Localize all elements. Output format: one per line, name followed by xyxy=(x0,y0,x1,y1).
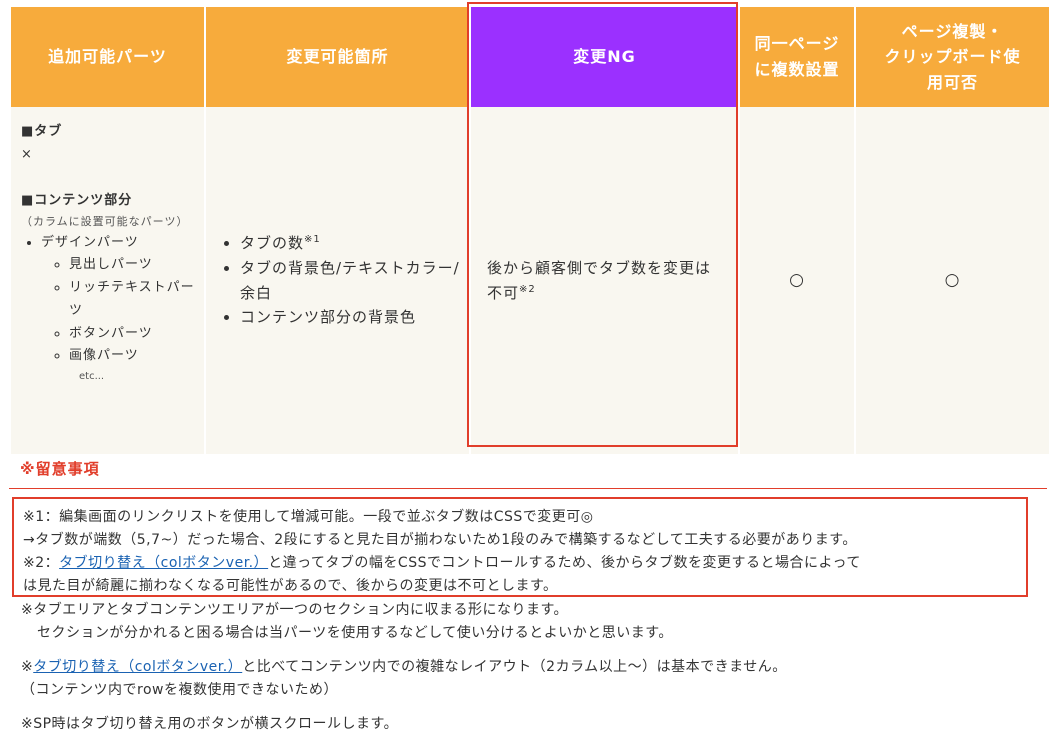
change-ng-text: 後から顧客側でタブ数を変更は不可 xyxy=(487,258,712,302)
extra-note-4: （コンテンツ内でrowを複数使用できないため） xyxy=(21,682,338,698)
list-item: 画像パーツ xyxy=(69,345,196,368)
content-note: （カラムに設置可能なパーツ） xyxy=(21,215,189,229)
extra-note-2: セクションが分かれると困る場合は当パーツを使用するなどして使い分けるとよいかと思… xyxy=(37,625,673,641)
cell-editable-areas: タブの数※1 タブの背景色/テキストカラー/余白 コンテンツ部分の背景色 xyxy=(206,107,469,454)
list-item: コンテンツ部分の背景色 xyxy=(240,305,463,330)
header-editable-areas: 変更可能箇所 xyxy=(206,7,469,107)
notes-divider xyxy=(9,488,1047,489)
tab-switch-col-button-link[interactable]: タブ切り替え（colボタンver.） xyxy=(33,659,242,675)
header-addable-parts: 追加可能パーツ xyxy=(11,7,204,107)
extra-note-3: ※タブ切り替え（colボタンver.）と比べてコンテンツ内での複雑なレイアウト（… xyxy=(21,656,787,679)
notes-highlight-box: ※1：編集画面のリンクリストを使用して増減可能。一段で並ぶタブ数はCSSで変更可… xyxy=(12,497,1028,597)
list-item: タブの数※1 xyxy=(240,231,463,256)
header-copy-clipboard: ページ複製・ クリップボード使 用可否 xyxy=(856,7,1049,107)
header-row: 追加可能パーツ 変更可能箇所 変更NG 同一ページ に複数設置 ページ複製・ ク… xyxy=(11,7,1049,107)
list-item: ボタンパーツ xyxy=(69,323,196,346)
list-item: リッチテキストパーツ xyxy=(69,277,196,323)
body-row: ■タブ × ■コンテンツ部分 （カラムに設置可能なパーツ） デザインパーツ 見出… xyxy=(11,107,1049,454)
tab-heading: ■タブ xyxy=(21,124,63,139)
editable-item-text: タブの背景色/テキストカラー/余白 xyxy=(240,258,460,302)
design-parts-label: デザインパーツ xyxy=(41,234,139,250)
sub-parts-list: 見出しパーツ リッチテキストパーツ ボタンパーツ 画像パーツ xyxy=(41,254,196,368)
header-multiple-on-page: 同一ページ に複数設置 xyxy=(740,7,854,107)
note-prefix: ※2： xyxy=(23,555,60,571)
note-line-2: →タブ数が端数（5,7~）だった場合、2段にすると見た目が揃わないため1段のみで… xyxy=(23,532,857,548)
extra-notes: ※タブエリアとタブコンテンツエリアが一つのセクション内に収まる形になります。 セ… xyxy=(21,599,787,736)
header-multiple-line: 同一ページ xyxy=(754,34,840,54)
list-item: タブの背景色/テキストカラー/余白 xyxy=(240,256,463,306)
content-heading: ■コンテンツ部分 xyxy=(21,192,133,208)
header-copy-line: クリップボード使 xyxy=(884,47,1021,67)
note-text: と比べてコンテンツ内での複雑なレイアウト（2カラム以上〜）は基本できません。 xyxy=(242,659,787,675)
etc-text: etc... xyxy=(79,371,105,382)
list-item: 見出しパーツ xyxy=(69,254,196,277)
footnote-ref: ※2 xyxy=(519,283,536,295)
cell-multiple-on-page: ○ xyxy=(740,107,854,454)
tab-value: × xyxy=(21,146,33,162)
header-change-ng: 変更NG xyxy=(471,7,738,107)
spec-table: 追加可能パーツ 変更可能箇所 変更NG 同一ページ に複数設置 ページ複製・ ク… xyxy=(9,7,1051,454)
tab-switch-col-button-link[interactable]: タブ切り替え（colボタンver.） xyxy=(59,555,268,571)
editable-item-text: タブの数 xyxy=(240,234,305,252)
note-text: と違ってタブの幅をCSSでコントロールするため、後からタブ数を変更すると場合によ… xyxy=(268,555,861,571)
note-line-4: は見た目が綺麗に揃わなくなる可能性があるので、後からの変更は不可とします。 xyxy=(23,578,558,594)
cell-copy-clipboard: ○ xyxy=(856,107,1049,454)
editable-list: タブの数※1 タブの背景色/テキストカラー/余白 コンテンツ部分の背景色 xyxy=(218,231,463,330)
extra-note-1: ※タブエリアとタブコンテンツエリアが一つのセクション内に収まる形になります。 xyxy=(21,602,569,618)
note-prefix: ※ xyxy=(21,659,34,675)
editable-item-text: コンテンツ部分の背景色 xyxy=(240,308,417,327)
design-parts-list: デザインパーツ 見出しパーツ リッチテキストパーツ ボタンパーツ 画像パーツ xyxy=(21,232,196,369)
cell-addable-parts: ■タブ × ■コンテンツ部分 （カラムに設置可能なパーツ） デザインパーツ 見出… xyxy=(11,107,204,454)
list-item: デザインパーツ 見出しパーツ リッチテキストパーツ ボタンパーツ 画像パーツ xyxy=(41,232,196,369)
footnote-ref: ※1 xyxy=(304,234,321,245)
note-line-1: ※1：編集画面のリンクリストを使用して増減可能。一段で並ぶタブ数はCSSで変更可… xyxy=(23,509,594,525)
header-multiple-line: に複数設置 xyxy=(754,60,840,79)
header-copy-line: 用可否 xyxy=(926,72,978,92)
extra-note-5: ※SP時はタブ切り替え用のボタンが横スクロールします。 xyxy=(21,716,399,732)
header-copy-line: ページ複製・ xyxy=(901,21,1004,41)
cell-change-ng: 後から顧客側でタブ数を変更は不可※2 xyxy=(471,107,738,454)
note-line-3: ※2：タブ切り替え（colボタンver.）と違ってタブの幅をCSSでコントロール… xyxy=(23,552,1026,575)
notes-title: ※留意事項 xyxy=(20,460,100,478)
